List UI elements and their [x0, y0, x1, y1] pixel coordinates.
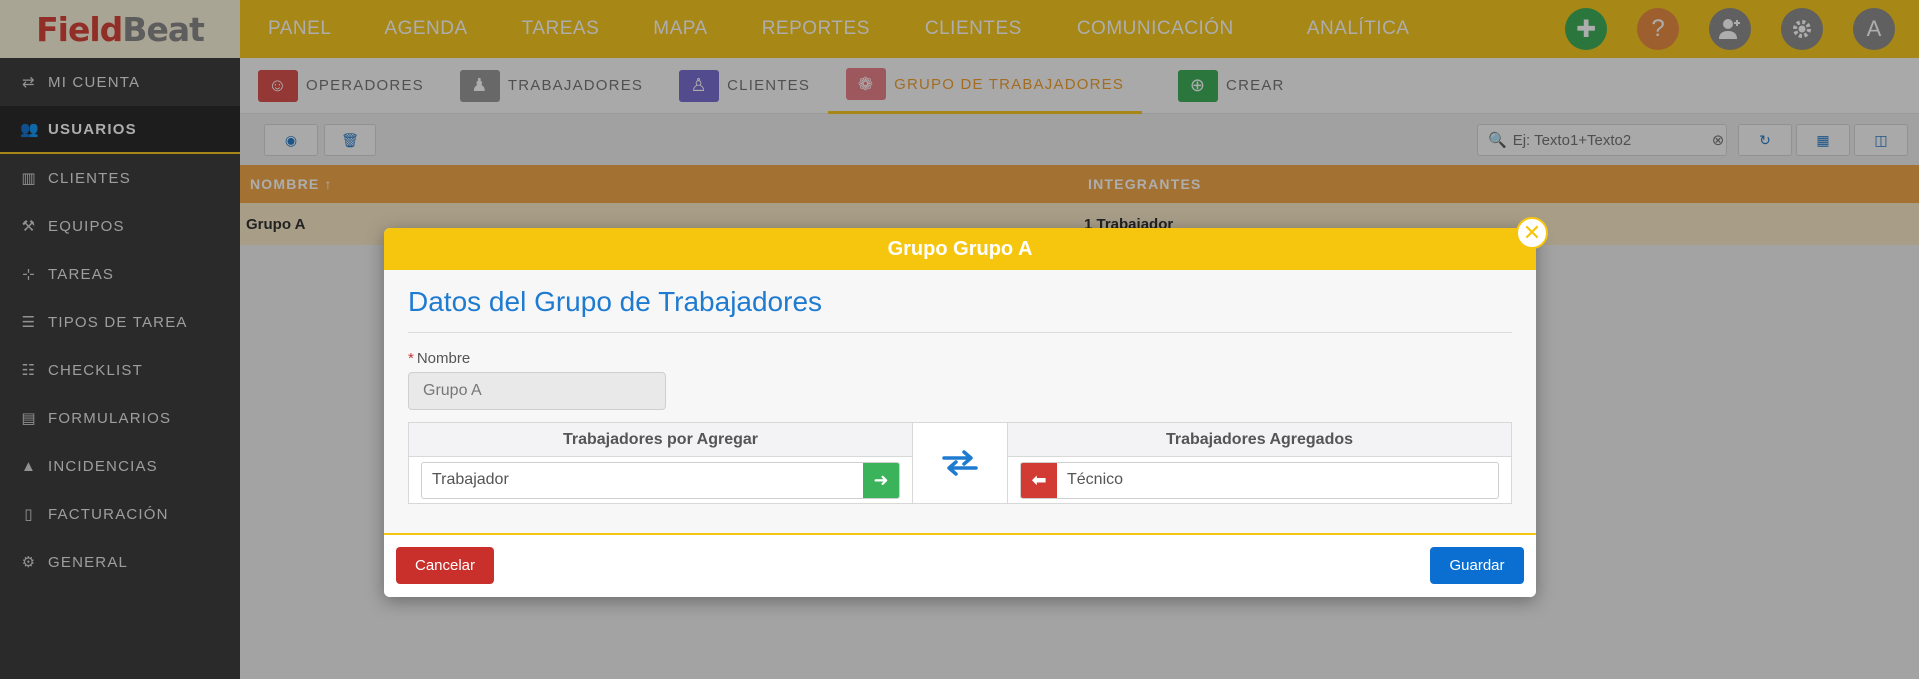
arrow-right-icon: ➜ — [873, 469, 889, 490]
edit-group-modal: Grupo Grupo A ✕ Datos del Grupo de Traba… — [384, 217, 1548, 597]
arrow-left-icon: ⬅ — [1031, 469, 1047, 490]
modal-header: Grupo Grupo A — [384, 228, 1536, 270]
available-workers-header: Trabajadores por Agregar — [409, 423, 912, 457]
name-label: * Nombre — [408, 350, 471, 367]
close-button[interactable]: ✕ — [1516, 217, 1548, 249]
available-worker-label: Trabajador — [432, 471, 509, 488]
modal-body: Datos del Grupo de Trabajadores * Nombre … — [384, 270, 1536, 533]
cancel-button[interactable]: Cancelar — [396, 547, 494, 584]
save-button[interactable]: Guardar — [1430, 547, 1524, 584]
name-field[interactable]: Grupo A — [408, 372, 666, 410]
modal-title: Datos del Grupo de Trabajadores — [408, 286, 823, 317]
added-worker-label: Técnico — [1067, 471, 1124, 488]
modal-footer: Cancelar Guardar — [384, 533, 1536, 597]
added-worker-item[interactable]: ⬅ Técnico — [1020, 461, 1499, 499]
available-worker-item[interactable]: Trabajador ➜ — [421, 461, 900, 499]
added-workers-header: Trabajadores Agregados — [1008, 423, 1511, 457]
close-icon: ✕ — [1522, 220, 1542, 245]
remove-worker-button[interactable]: ⬅ — [1021, 462, 1057, 498]
available-workers-column: Trabajadores por Agregar Trabajador ➜ — [409, 423, 912, 503]
add-worker-button[interactable]: ➜ — [863, 462, 899, 498]
dual-list-box: Trabajadores por Agregar Trabajador ➜ Tr… — [408, 422, 1512, 504]
divider — [408, 332, 1512, 333]
swap-icon — [942, 450, 978, 476]
transfer-area — [912, 423, 1008, 503]
added-workers-column: Trabajadores Agregados ⬅ Técnico — [1008, 423, 1511, 503]
required-asterisk: * — [408, 350, 414, 367]
